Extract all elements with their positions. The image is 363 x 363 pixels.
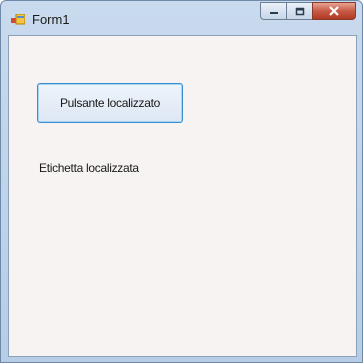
form-client-area: Pulsante localizzato Etichetta localizza… xyxy=(8,35,357,357)
maximize-icon xyxy=(295,7,304,15)
localized-label: Etichetta localizzata xyxy=(39,161,139,175)
localized-button[interactable]: Pulsante localizzato xyxy=(37,83,183,123)
close-button[interactable] xyxy=(312,2,356,20)
application-window: Form1 Pulsante localizzato Etichetta loc… xyxy=(0,0,363,363)
maximize-button[interactable] xyxy=(286,2,312,20)
minimize-icon xyxy=(269,12,278,14)
window-title: Form1 xyxy=(32,12,70,27)
minimize-button[interactable] xyxy=(260,2,286,20)
caption-buttons xyxy=(260,2,356,22)
title-bar[interactable]: Form1 xyxy=(1,1,362,35)
close-icon xyxy=(329,6,339,16)
form-icon xyxy=(11,13,26,25)
